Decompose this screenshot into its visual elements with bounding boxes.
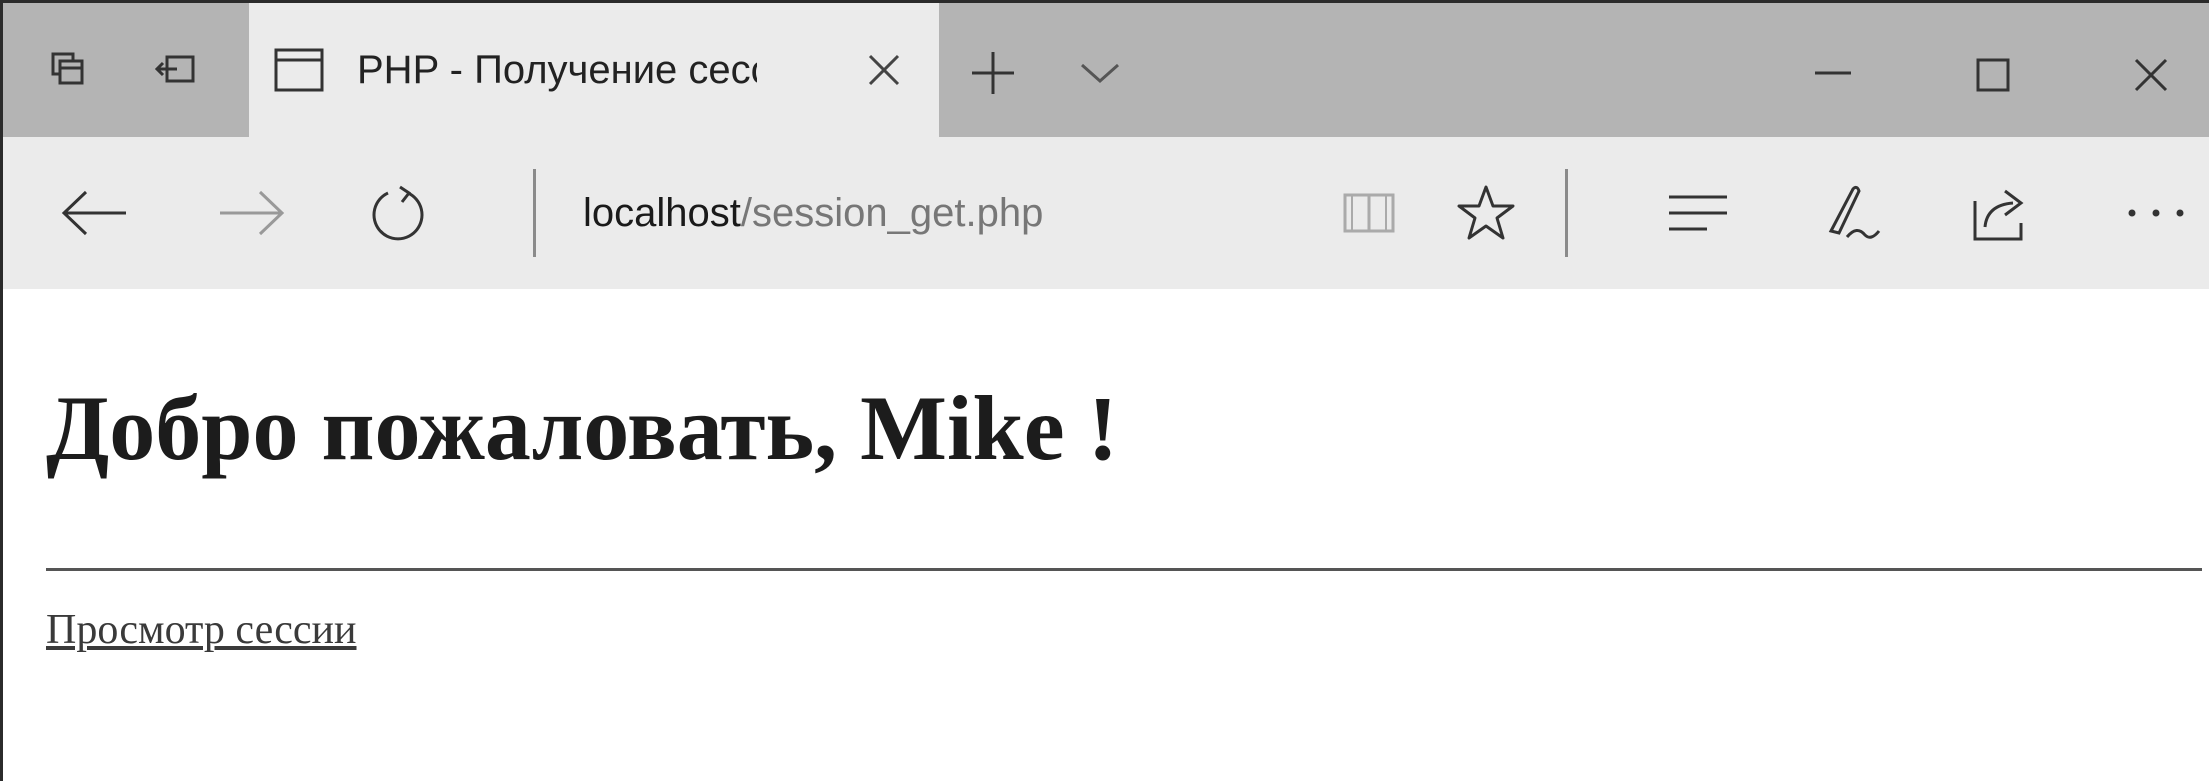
minimize-icon[interactable] bbox=[1811, 63, 1855, 83]
url-path: /session_get.php bbox=[740, 191, 1044, 235]
tab-close-icon[interactable] bbox=[861, 47, 907, 93]
browser-window: PHP - Получение сесси localhost/session_… bbox=[0, 0, 2209, 784]
chevron-down-icon[interactable] bbox=[1077, 58, 1123, 88]
pen-icon[interactable] bbox=[1819, 179, 1885, 247]
tab-bar: PHP - Получение сесси bbox=[3, 3, 2209, 137]
plus-icon[interactable] bbox=[965, 45, 1021, 101]
tab-preview-icon[interactable] bbox=[47, 48, 89, 90]
reading-view-icon[interactable] bbox=[1341, 189, 1397, 237]
hub-icon[interactable] bbox=[1665, 189, 1731, 237]
refresh-icon[interactable] bbox=[365, 181, 431, 245]
share-icon[interactable] bbox=[1969, 181, 2035, 245]
maximize-icon[interactable] bbox=[1973, 55, 2013, 95]
address-separator bbox=[533, 169, 536, 257]
navigation-bar: localhost/session_get.php bbox=[3, 137, 2209, 289]
back-arrow-icon[interactable] bbox=[59, 187, 131, 239]
close-icon[interactable] bbox=[2131, 55, 2171, 95]
tab-active[interactable]: PHP - Получение сесси bbox=[249, 3, 939, 137]
address-bar[interactable]: localhost/session_get.php bbox=[583, 137, 1043, 289]
horizontal-rule bbox=[46, 568, 2202, 571]
toolbar-separator bbox=[1565, 169, 1568, 257]
view-session-link[interactable]: Просмотр сессии bbox=[46, 606, 357, 654]
tab-title: PHP - Получение сесси bbox=[357, 48, 757, 92]
url-host: localhost bbox=[583, 191, 741, 235]
page-content: Добро пожаловать, Mike ! Просмотр сессии bbox=[3, 289, 2209, 784]
star-icon[interactable] bbox=[1453, 181, 1519, 245]
set-aside-tabs-icon[interactable] bbox=[153, 48, 199, 90]
more-icon[interactable] bbox=[2121, 203, 2191, 223]
page-icon bbox=[273, 45, 325, 95]
page-heading: Добро пожаловать, Mike ! bbox=[46, 377, 1119, 479]
forward-arrow-icon[interactable] bbox=[215, 187, 287, 239]
